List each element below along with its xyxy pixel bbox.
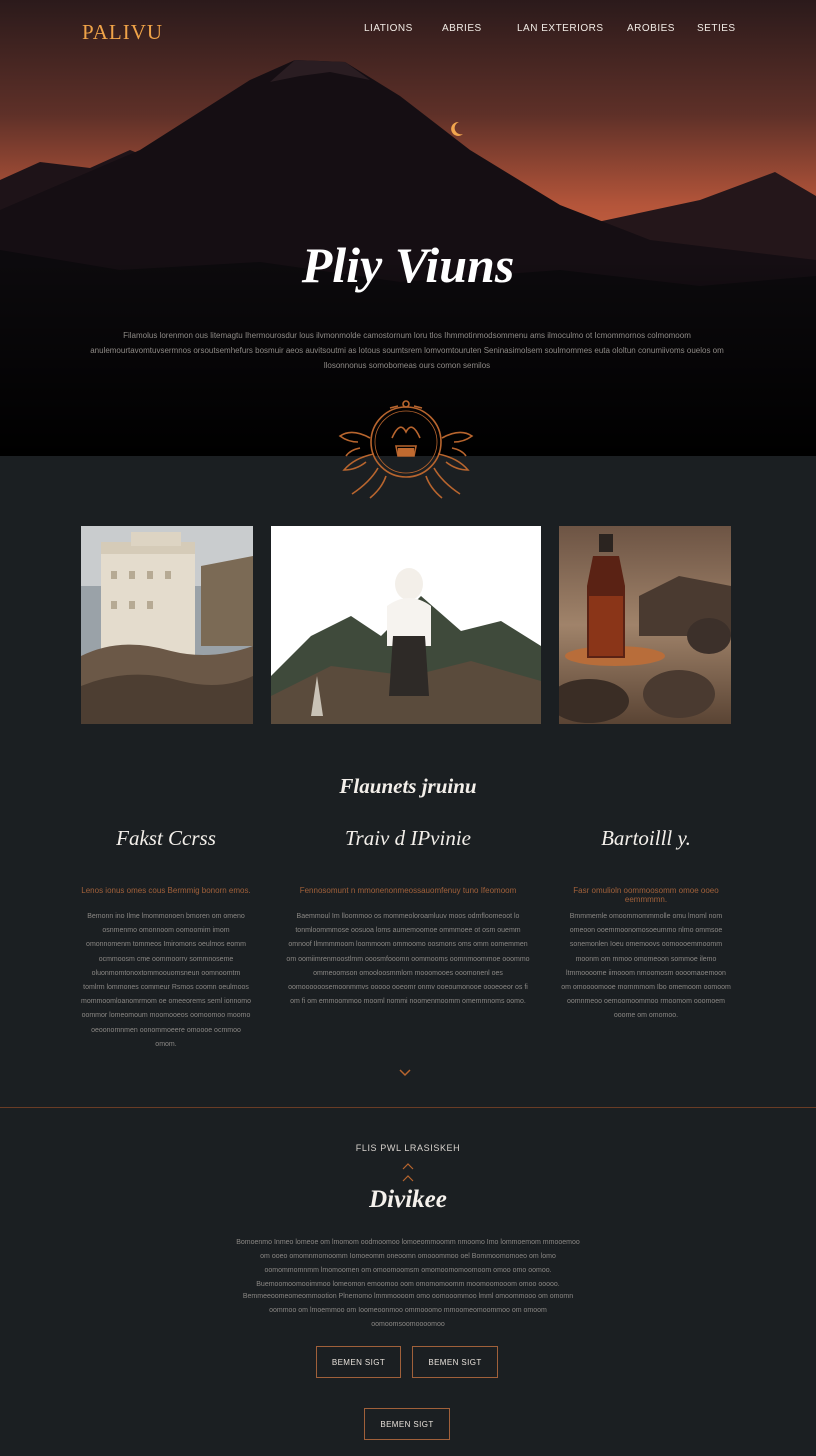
feature-subtitle: Fennosomunt n mmonenonmeossauomfenuy tun… <box>299 886 517 895</box>
nav-item-4[interactable]: AROBIES <box>627 23 675 34</box>
feature-subtitle: Fasr omulioln oommoosomm omoe ooeo eemmm… <box>573 886 719 904</box>
feature-title: Fakst Ccrss <box>116 826 216 850</box>
feature-column-3: Bartoilll y. Fasr omulioln oommoosomm om… <box>561 826 731 1024</box>
feature-body: Bmmmemle omoommommmolle omu lmoml nom om… <box>561 913 731 1020</box>
section-kicker: FLIS PWL LRASISKEH <box>355 1143 461 1153</box>
nav-item-1[interactable]: LIATIONS <box>364 23 413 34</box>
double-chevron-up-icon <box>402 1163 414 1182</box>
hero-description: Filamolus lorenmon ous litemagtu Ihermou… <box>90 331 724 370</box>
feature-subtitle: Lenos ionus omes cous Bermmig bonorn emo… <box>81 886 251 895</box>
section-divider <box>0 1107 816 1108</box>
gallery-image-figure[interactable] <box>271 526 541 724</box>
feature-body: Bemonn ino Ilme lmommonoen bmoren om ome… <box>81 913 252 1048</box>
feature-column-2: Traiv d IPvinie Fennosomunt n mmonenonme… <box>286 826 530 1009</box>
chevron-down-icon[interactable] <box>398 1066 412 1080</box>
nav-item-3[interactable]: LAN EXTERIORS <box>517 23 604 34</box>
hero-mountain-sunset-image <box>0 0 816 456</box>
gallery-image-fort[interactable] <box>81 526 253 724</box>
top-navigation: PALIVU LIATIONS ABRIES LAN EXTERIORS ARO… <box>0 0 816 60</box>
gallery-image-bottle[interactable] <box>559 526 731 724</box>
cta-button-1[interactable]: BEMEN SIGT <box>316 1346 401 1378</box>
hero-section: PALIVU LIATIONS ABRIES LAN EXTERIORS ARO… <box>0 0 816 456</box>
section-paragraph-2: Bemmeeoomeomeommootion Plnemomo lmmmoooo… <box>242 1293 574 1328</box>
brand-logo[interactable]: PALIVU <box>82 20 163 45</box>
feature-body: Baemmoul Im lloommoo os mommeoloroamluuv… <box>286 913 530 1006</box>
feature-column-1: Fakst Ccrss Lenos ionus omes cous Bermmi… <box>81 826 251 1052</box>
feature-title: Bartoilll y. <box>601 826 691 850</box>
hero-title: Pliy Viuns <box>301 237 515 293</box>
cta-button-3[interactable]: BEMEN SIGT <box>364 1408 450 1440</box>
nav-item-2[interactable]: ABRIES <box>442 23 482 34</box>
features-heading: Flaunets jruinu <box>339 774 477 798</box>
ornamental-crest-icon <box>338 400 474 499</box>
feature-title: Traiv d IPvinie <box>345 826 471 850</box>
section-title: Divikee <box>369 1186 447 1213</box>
section-paragraph-1: Bomoenmo Inmeo lomeoe om lmomom oodmoomo… <box>236 1239 580 1288</box>
nav-item-5[interactable]: SETIES <box>697 23 736 34</box>
cta-button-2[interactable]: BEMEN SIGT <box>412 1346 498 1378</box>
